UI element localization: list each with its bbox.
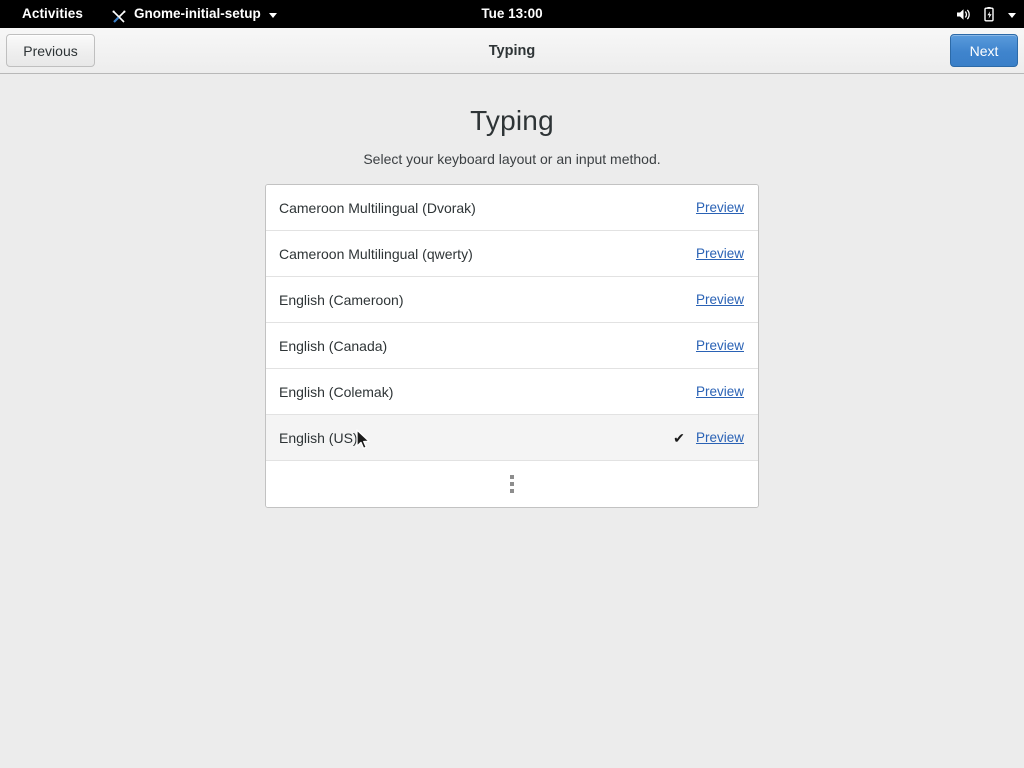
page-subtitle: Select your keyboard layout or an input … xyxy=(0,137,1024,167)
chevron-down-icon xyxy=(269,13,277,18)
preview-link[interactable]: Preview xyxy=(696,292,744,307)
preview-link[interactable]: Preview xyxy=(696,430,744,445)
volume-speaker-icon xyxy=(955,6,972,23)
list-item[interactable]: English (Canada) ✔ Preview xyxy=(266,323,758,369)
chevron-down-icon xyxy=(1008,13,1016,18)
preview-link[interactable]: Preview xyxy=(696,338,744,353)
layout-name: English (Cameroon) xyxy=(279,292,668,308)
more-vertical-icon xyxy=(510,475,514,493)
app-menu-button[interactable]: Gnome-initial-setup xyxy=(103,0,285,28)
battery-charging-icon xyxy=(981,6,998,23)
keyboard-layout-list: Cameroon Multilingual (Dvorak) ✔ Preview… xyxy=(265,184,759,508)
preview-link[interactable]: Preview xyxy=(696,384,744,399)
app-menu-label: Gnome-initial-setup xyxy=(134,0,261,28)
activities-button[interactable]: Activities xyxy=(12,0,93,28)
layout-name: English (Colemak) xyxy=(279,384,668,400)
top-bar-left-group: Activities Gnome-initial-setup xyxy=(0,0,285,28)
list-item[interactable]: Cameroon Multilingual (Dvorak) ✔ Preview xyxy=(266,185,758,231)
show-more-layouts-button[interactable] xyxy=(266,461,758,507)
setup-page-content: Typing Select your keyboard layout or an… xyxy=(0,74,1024,768)
layout-name: English (US) xyxy=(279,430,668,446)
layout-name: English (Canada) xyxy=(279,338,668,354)
preview-link[interactable]: Preview xyxy=(696,200,744,215)
header-bar-title: Typing xyxy=(0,43,1024,59)
layout-name: Cameroon Multilingual (qwerty) xyxy=(279,246,668,262)
list-item[interactable]: English (Cameroon) ✔ Preview xyxy=(266,277,758,323)
page-title: Typing xyxy=(0,74,1024,137)
header-bar: Previous Typing Next xyxy=(0,28,1024,74)
next-button[interactable]: Next xyxy=(950,34,1018,67)
list-item[interactable]: English (Colemak) ✔ Preview xyxy=(266,369,758,415)
list-item[interactable]: Cameroon Multilingual (qwerty) ✔ Preview xyxy=(266,231,758,277)
system-status-area[interactable] xyxy=(955,0,1016,28)
list-item-selected[interactable]: English (US) ✔ Preview xyxy=(266,415,758,461)
preview-link[interactable]: Preview xyxy=(696,246,744,261)
selected-checkmark-icon: ✔ xyxy=(668,431,690,445)
layout-name: Cameroon Multilingual (Dvorak) xyxy=(279,200,668,216)
tools-icon xyxy=(111,7,127,23)
gnome-top-bar: Activities Gnome-initial-setup Tue 13:00 xyxy=(0,0,1024,28)
